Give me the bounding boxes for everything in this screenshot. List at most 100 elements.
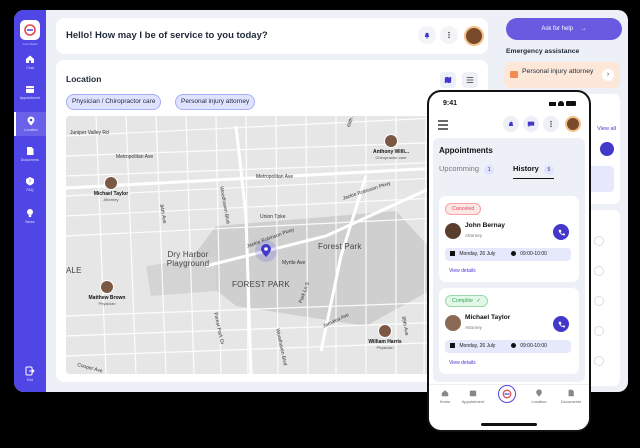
appointment-time: 09:00-10:00 bbox=[520, 343, 547, 349]
tab-label: History bbox=[513, 164, 539, 173]
arrow-right-icon: → bbox=[580, 26, 587, 32]
map-marker[interactable]: William Harris Physician bbox=[360, 324, 410, 350]
map-marker[interactable]: Anthony Willi... Chiropractor care bbox=[366, 134, 416, 160]
selected-location-pin-icon[interactable] bbox=[260, 244, 272, 258]
faq-icon: ? bbox=[26, 177, 34, 186]
map-icon bbox=[444, 76, 452, 84]
tabbar-item-center[interactable] bbox=[491, 385, 523, 403]
sidebar: Your Medic Chat Appointment Location Doc… bbox=[14, 10, 46, 392]
map-place-label: FOREST PARK bbox=[232, 280, 290, 289]
app-logo-icon bbox=[498, 385, 516, 403]
sidebar-item-chat[interactable]: Chat bbox=[14, 54, 46, 70]
doctor-avatar bbox=[445, 315, 461, 331]
map-label: Metropolitan Ave bbox=[256, 174, 294, 180]
appointments-title: Appointments bbox=[439, 146, 493, 155]
marker-avatar bbox=[100, 280, 114, 294]
tab-upcomming[interactable]: Upcomming 1 bbox=[439, 164, 495, 175]
view-all-link[interactable]: View all bbox=[597, 126, 616, 132]
tabbar-item-appointment[interactable]: Appointment bbox=[457, 389, 489, 404]
document-icon bbox=[27, 147, 34, 155]
wifi-icon bbox=[558, 101, 564, 106]
menu-icon[interactable] bbox=[437, 120, 449, 130]
phone-chat-button[interactable] bbox=[523, 116, 539, 132]
view-details-link[interactable]: View details bbox=[449, 360, 476, 366]
doctor-role: Attorney bbox=[465, 233, 483, 238]
map-label: Metropolitan Ave bbox=[116, 154, 154, 160]
map-view[interactable]: Juniper Valley Rd Metropolitan Ave Metro… bbox=[66, 116, 478, 374]
appointment-datetime: Monday, 26 July 09:00-10:00 bbox=[445, 340, 571, 353]
tab-history[interactable]: History 5 bbox=[513, 164, 554, 179]
marker-role: Physician bbox=[376, 345, 394, 350]
sidebar-item-label: Documents bbox=[20, 158, 40, 162]
map-label: Union Tpke bbox=[260, 214, 286, 220]
bell-icon bbox=[508, 121, 514, 126]
list-view-button[interactable] bbox=[462, 72, 478, 88]
appointments-panel: Appointments Upcomming 1 History 5 Cance… bbox=[433, 138, 585, 382]
phone-icon bbox=[558, 321, 565, 327]
signal-icon bbox=[549, 102, 556, 106]
tabbar-item-documents[interactable]: Documents bbox=[555, 389, 587, 404]
mobile-phone-mockup: 9:41 Appointments Upcomming 1 History 5 … bbox=[427, 90, 591, 432]
emergency-item[interactable]: Personal injury attorney › bbox=[504, 62, 620, 88]
sidebar-item-location[interactable]: Location bbox=[14, 112, 46, 136]
sidebar-item-appointment[interactable]: Appointment bbox=[14, 84, 46, 100]
clock-icon bbox=[510, 343, 516, 349]
app-logo[interactable] bbox=[20, 20, 40, 40]
sidebar-item-news[interactable]: News bbox=[14, 208, 46, 224]
sidebar-item-faq[interactable]: ? FAQ bbox=[14, 176, 46, 192]
sidebar-item-documents[interactable]: Documents bbox=[14, 146, 46, 162]
avatar[interactable] bbox=[464, 26, 484, 46]
tabbar-label: Appointment bbox=[461, 399, 485, 404]
bulb-icon bbox=[27, 209, 33, 217]
sidebar-item-label: Chat bbox=[26, 66, 34, 70]
location-pin-icon bbox=[536, 389, 542, 397]
map-label: Myrtle Ave bbox=[282, 260, 306, 266]
bell-icon bbox=[424, 32, 430, 39]
view-details-link[interactable]: View details bbox=[449, 268, 476, 274]
appointment-time: 09:00-10:00 bbox=[520, 251, 547, 257]
status-icons bbox=[549, 101, 577, 106]
tabbar-item-location[interactable]: Location bbox=[523, 389, 555, 404]
chat-bubble-icon bbox=[527, 121, 535, 128]
tab-count-badge: 5 bbox=[543, 165, 554, 175]
greeting-text: Hello! How may I be of service to you to… bbox=[66, 30, 268, 41]
home-icon bbox=[441, 390, 449, 397]
battery-icon bbox=[566, 101, 576, 106]
call-button[interactable] bbox=[600, 142, 614, 156]
chevron-right-icon[interactable] bbox=[594, 266, 604, 276]
greeting-bar: Hello! How may I be of service to you to… bbox=[56, 18, 488, 54]
phone-avatar[interactable] bbox=[565, 116, 581, 132]
more-button[interactable] bbox=[440, 26, 458, 44]
location-title: Location bbox=[66, 74, 102, 84]
map-marker[interactable]: Michael Taylor Attorney bbox=[86, 176, 136, 202]
chevron-right-icon[interactable] bbox=[594, 326, 604, 336]
ask-for-help-button[interactable]: Ask for help → bbox=[506, 18, 622, 40]
map-marker[interactable]: Matthew Brown Physician bbox=[82, 280, 132, 306]
calendar-icon bbox=[26, 86, 34, 93]
check-icon: ✓ bbox=[476, 298, 481, 304]
document-icon bbox=[568, 389, 574, 397]
call-button[interactable] bbox=[553, 316, 569, 332]
appointment-card: Complite ✓ Michael Taylor Attorney Monda… bbox=[439, 288, 579, 374]
phone-notifications-button[interactable] bbox=[503, 116, 519, 132]
chevron-right-icon[interactable] bbox=[594, 236, 604, 246]
exit-button[interactable]: Exit bbox=[14, 366, 46, 382]
chevron-right-icon[interactable] bbox=[594, 356, 604, 366]
calendar-icon bbox=[469, 390, 477, 397]
appointment-date: Monday, 26 July bbox=[459, 251, 496, 257]
map-view-button[interactable] bbox=[440, 72, 456, 88]
more-vertical-icon bbox=[448, 31, 450, 39]
clock-icon bbox=[510, 251, 516, 257]
chevron-right-icon[interactable] bbox=[594, 296, 604, 306]
notifications-button[interactable] bbox=[418, 26, 436, 44]
sidebar-item-label: Location bbox=[24, 128, 38, 132]
marker-role: Chiropractor care bbox=[375, 155, 407, 160]
call-button[interactable] bbox=[553, 224, 569, 240]
phone-more-button[interactable] bbox=[543, 116, 559, 132]
exit-icon bbox=[25, 366, 35, 376]
marker-avatar bbox=[104, 176, 118, 190]
filter-chip-attorney[interactable]: Personal injury attorney bbox=[175, 94, 256, 110]
doctor-role: Attorney bbox=[465, 325, 483, 330]
status-badge-complete: Complite ✓ bbox=[445, 295, 488, 307]
filter-chip-physician[interactable]: Physician / Chiropractor care bbox=[66, 94, 162, 110]
